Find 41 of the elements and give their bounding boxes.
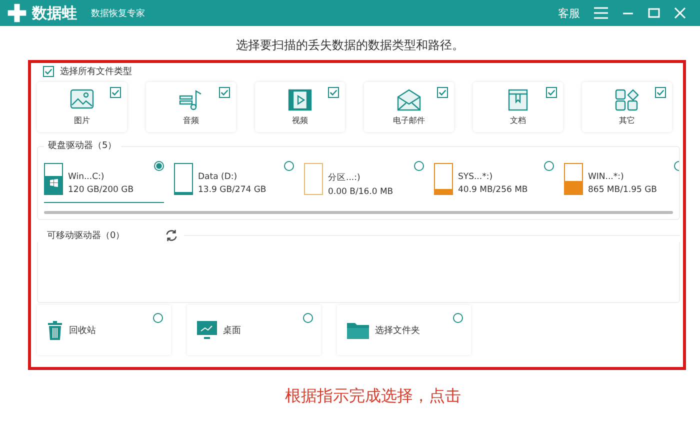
location-card[interactable]: 桌面 [187, 305, 321, 355]
file-type-label: 图片 [74, 114, 90, 126]
location-card[interactable]: 回收站 [37, 305, 171, 355]
drive-item[interactable]: Data (D:) 13.9 GB/274 GB [174, 161, 294, 203]
drive-item[interactable]: SYS...*:) 40.9 MB/256 MB [434, 161, 554, 203]
customer-service-link[interactable]: 客服 [558, 6, 580, 20]
drive-item[interactable]: 分区...:) 0.00 B/16.0 MB [304, 161, 424, 203]
location-label: 回收站 [69, 324, 96, 336]
section-title: 可移动驱动器（0） [47, 230, 125, 242]
drive-name: 分区...:) [328, 172, 362, 184]
section-title: 硬盘驱动器（5） [44, 139, 121, 152]
file-type-card[interactable]: 文档 [473, 82, 563, 132]
file-type-card[interactable]: 电子邮件 [364, 82, 454, 132]
drive-capacity: 120 GB/200 GB [68, 185, 134, 195]
file-type-card[interactable]: 音频 [146, 82, 236, 132]
file-type-label: 文档 [510, 114, 526, 126]
file-type-card[interactable]: 视频 [255, 82, 345, 132]
location-label: 桌面 [223, 324, 241, 336]
drive-name: WIN...*:) [588, 172, 625, 182]
drive-capacity: 13.9 GB/274 GB [198, 185, 266, 195]
drive-name: SYS...*:) [458, 172, 494, 182]
file-type-label: 其它 [619, 114, 635, 126]
drive-name: Data (D:) [198, 172, 238, 182]
drive-item[interactable]: WIN...*:) 865 MB/1.95 GB [564, 161, 679, 203]
file-type-label: 音频 [183, 114, 199, 126]
drive-capacity: 0.00 B/16.0 MB [328, 187, 394, 197]
drive-item[interactable]: Win...C:) 120 GB/200 GB [44, 161, 164, 203]
drive-capacity: 40.9 MB/256 MB [458, 185, 528, 195]
app-logo-text: 数据蛙 [32, 4, 77, 22]
app-subtitle: 数据恢复专家 [91, 8, 145, 20]
file-type-label: 视频 [292, 114, 308, 126]
location-card[interactable]: 选择文件夹 [337, 305, 471, 355]
heading-text: 选择要扫描的丢失数据的数据类型和路径。 [235, 37, 465, 54]
annotation-text: 根据指示完成选择，点击 [285, 386, 461, 407]
file-type-label: 电子邮件 [393, 114, 425, 126]
drive-capacity: 865 MB/1.95 GB [588, 185, 658, 195]
drive-name: Win...C:) [68, 172, 106, 182]
select-all-label: 选择所有文件类型 [60, 66, 132, 78]
file-type-card[interactable]: 其它 [582, 82, 672, 132]
location-label: 选择文件夹 [375, 324, 420, 336]
file-type-card[interactable]: 图片 [37, 82, 127, 132]
